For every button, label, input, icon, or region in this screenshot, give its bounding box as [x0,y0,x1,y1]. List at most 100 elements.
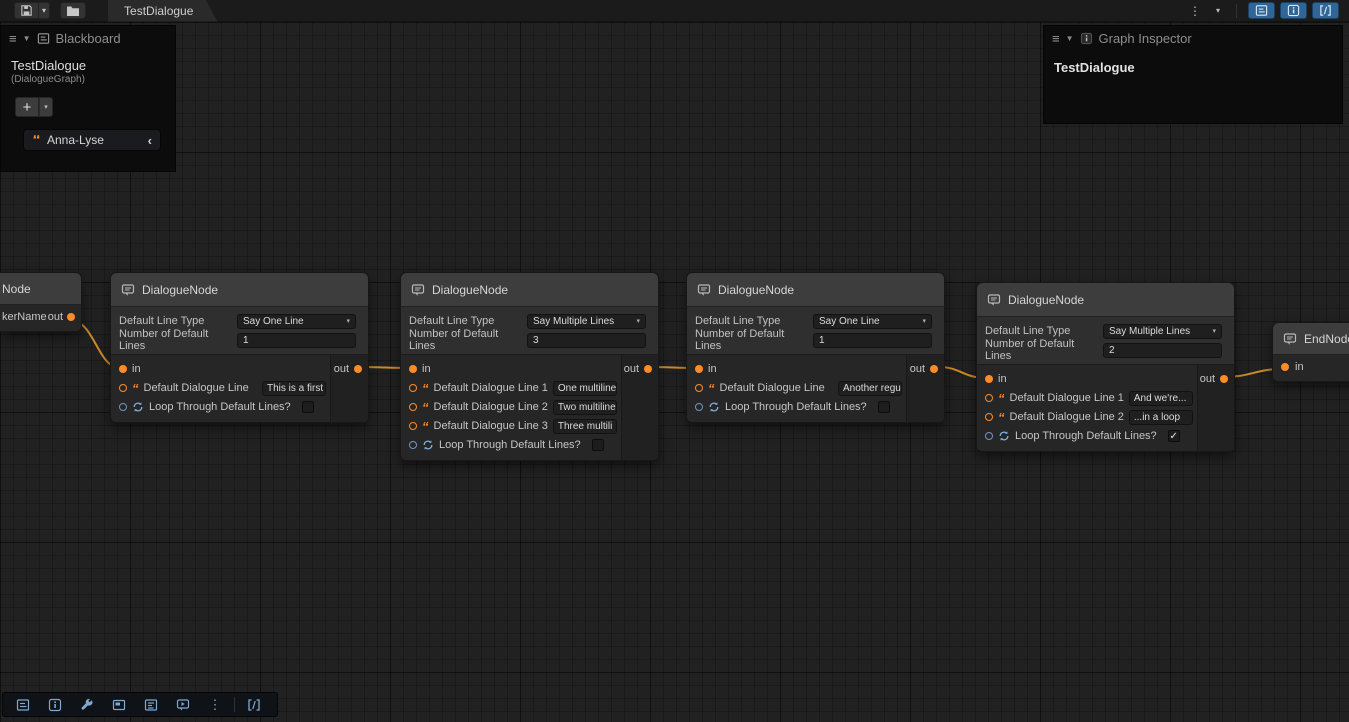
in-port-label: in [422,363,431,375]
num-lines-field[interactable]: 1 [813,333,932,348]
prop-label-num-lines: Number of Default Lines [695,328,813,352]
toggle-inspector-button[interactable] [1280,2,1307,19]
quote-icon: “ [998,413,1005,422]
in-port[interactable] [985,375,993,383]
dialogue-line-port[interactable] [695,384,703,392]
dialogue-node-4[interactable]: DialogueNode Default Line Type Say Multi… [976,282,1235,452]
out-port[interactable] [67,313,75,321]
line-type-dropdown[interactable]: Say One Line ▾ [237,314,356,329]
variable-name: Anna-Lyse [47,133,141,147]
add-variable-button[interactable]: + [15,97,39,117]
tab-testdialogue[interactable]: TestDialogue [108,0,217,22]
blackboard-item-anna-lyse[interactable]: “ Anna-Lyse ‹ [23,129,161,151]
minimap-button[interactable] [103,694,135,715]
dialogue-line-port[interactable] [409,384,417,392]
add-variable-dropdown[interactable]: ▾ [39,97,53,117]
loop-port[interactable] [695,403,703,411]
dialogue-line-port[interactable] [985,394,993,402]
out-port-label: out [910,363,925,375]
loop-checkbox[interactable] [878,401,890,413]
node-properties: Default Line Type Say One Line ▾ Number … [687,307,944,354]
node-title-bar[interactable]: DialogueNode [977,283,1234,317]
num-lines-field[interactable]: 1 [237,333,356,348]
more-menu-button[interactable]: ⋮ [1184,2,1206,19]
loop-icon [422,439,434,451]
dialogue-line-field[interactable]: ...in a loop [1129,410,1193,425]
dialogue-node-2[interactable]: DialogueNode Default Line Type Say Multi… [400,272,659,461]
frame-all-button[interactable] [238,694,270,715]
toggle-inspector-button[interactable] [39,694,71,715]
start-node[interactable]: Node kerName out [0,272,82,332]
in-port[interactable] [695,365,703,373]
save-dropdown-button[interactable]: ▾ [39,2,50,19]
preview-button[interactable] [167,694,199,715]
dialogue-line-field[interactable]: Another regu [838,381,902,396]
loop-checkbox[interactable] [1168,430,1180,442]
in-port[interactable] [409,365,417,373]
open-asset-button[interactable] [60,2,86,19]
hamburger-icon[interactable]: ≡ [1052,31,1060,46]
collapse-arrow-icon[interactable]: ▼ [23,34,31,43]
prop-label-line-type: Default Line Type [119,315,237,327]
node-title-bar[interactable]: DialogueNode [401,273,658,307]
field-value: 2 [1109,345,1115,356]
blackboard-alt-button[interactable] [135,694,167,715]
chevron-left-icon[interactable]: ‹ [148,133,152,148]
line-type-dropdown[interactable]: Say Multiple Lines ▾ [1103,324,1222,339]
dialogue-node-3[interactable]: DialogueNode Default Line Type Say One L… [686,272,945,423]
blackboard-panel: ≡ ▼ Blackboard TestDialogue (DialogueGra… [0,25,176,172]
dialogue-line-field[interactable]: Three multili [553,419,617,434]
num-lines-field[interactable]: 2 [1103,343,1222,358]
out-port[interactable] [354,365,362,373]
chevron-down-icon: ▾ [1212,327,1216,335]
line-type-dropdown[interactable]: Say One Line ▾ [813,314,932,329]
prop-label-num-lines: Number of Default Lines [119,328,237,352]
loop-checkbox[interactable] [592,439,604,451]
toggle-blackboard-button[interactable] [1248,2,1275,19]
graph-inspector-header[interactable]: ≡ ▼ Graph Inspector [1044,26,1342,50]
dialogue-line-field[interactable]: This is a first [262,381,326,396]
quote-icon: “ [32,135,40,146]
dialogue-line-port[interactable] [409,403,417,411]
field-value: And we're... [1134,393,1187,404]
toggle-blackboard-button[interactable] [7,694,39,715]
node-title-bar[interactable]: Node [0,273,81,305]
blackboard-header[interactable]: ≡ ▼ Blackboard [1,26,175,50]
dialogue-node-1[interactable]: DialogueNode Default Line Type Say One L… [110,272,369,423]
toggle-frame-button[interactable] [1312,2,1339,19]
loop-checkbox[interactable] [302,401,314,413]
out-port[interactable] [1220,375,1228,383]
loop-port[interactable] [409,441,417,449]
blackboard-icon [1255,4,1268,17]
line-type-dropdown[interactable]: Say Multiple Lines ▾ [527,314,646,329]
in-port-label: in [708,363,717,375]
settings-button[interactable] [71,694,103,715]
prop-label-line-type: Default Line Type [985,325,1103,337]
node-properties: Default Line Type Say Multiple Lines ▾ N… [977,317,1234,364]
in-port[interactable] [1281,363,1289,371]
dialogue-line-field[interactable]: One multiline [553,381,617,396]
in-port[interactable] [119,365,127,373]
dialogue-line-field[interactable]: Two multiline [553,400,617,415]
num-lines-field[interactable]: 3 [527,333,646,348]
dialogue-line-field[interactable]: And we're... [1129,391,1193,406]
loop-port[interactable] [985,432,993,440]
field-value: One multiline [558,383,616,394]
node-title-bar[interactable]: DialogueNode [111,273,368,307]
more-menu-dropdown[interactable]: ▾ [1211,2,1225,19]
quote-icon: “ [422,422,429,431]
collapse-arrow-icon[interactable]: ▼ [1066,34,1074,43]
dialogue-line-port[interactable] [409,422,417,430]
more-menu-button[interactable]: ⋮ [199,694,231,715]
loop-port[interactable] [119,403,127,411]
node-title-bar[interactable]: DialogueNode [687,273,944,307]
save-button[interactable] [14,2,39,19]
inspector-icon [1287,4,1300,17]
end-node[interactable]: EndNode in [1272,322,1349,382]
hamburger-icon[interactable]: ≡ [9,31,17,46]
out-port[interactable] [930,365,938,373]
out-port[interactable] [644,365,652,373]
dialogue-line-port[interactable] [119,384,127,392]
dialogue-line-port[interactable] [985,413,993,421]
node-title-bar[interactable]: EndNode [1273,323,1349,355]
